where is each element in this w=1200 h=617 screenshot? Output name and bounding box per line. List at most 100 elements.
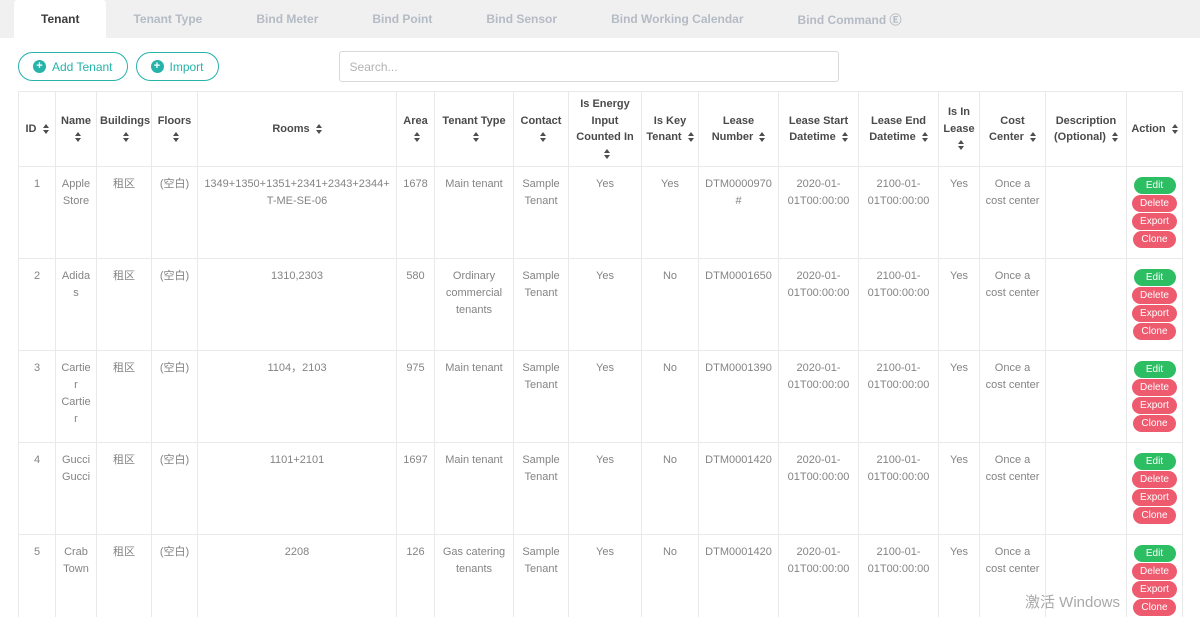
column-header-lease_number[interactable]: Lease Number — [699, 92, 779, 167]
column-header-lease_end_datetime[interactable]: Lease End Datetime — [859, 92, 939, 167]
sort-icon[interactable] — [1172, 124, 1178, 134]
tab-tenant[interactable]: Tenant — [14, 0, 106, 38]
sort-icon[interactable] — [414, 132, 420, 142]
edit-button[interactable]: Edit — [1134, 361, 1176, 378]
sort-icon[interactable] — [1030, 132, 1036, 142]
tab-bind-meter[interactable]: Bind Meter — [229, 0, 345, 38]
cell-tenant_type: Main tenant — [435, 351, 514, 443]
column-header-buildings[interactable]: Buildings — [97, 92, 152, 167]
edit-button[interactable]: Edit — [1134, 269, 1176, 286]
column-label: Lease End Datetime — [869, 115, 926, 144]
sort-icon[interactable] — [540, 132, 546, 142]
column-header-area[interactable]: Area — [397, 92, 435, 167]
cell-rooms: 1101+2101 — [198, 443, 397, 535]
sort-icon[interactable] — [473, 132, 479, 142]
cell-name: Gucci Gucci — [56, 443, 97, 535]
cell-floors: (空白) — [152, 351, 198, 443]
sort-icon[interactable] — [759, 132, 765, 142]
column-label: Area — [403, 115, 427, 127]
clone-button[interactable]: Clone — [1133, 231, 1175, 248]
column-header-action[interactable]: Action — [1127, 92, 1183, 167]
column-label: Cost Center — [989, 115, 1025, 144]
cell-is_key_tenant: No — [642, 351, 699, 443]
delete-button[interactable]: Delete — [1132, 287, 1177, 304]
cell-description — [1046, 351, 1127, 443]
delete-button[interactable]: Delete — [1132, 563, 1177, 580]
cell-cost_center: Once a cost center — [980, 259, 1046, 351]
tab-bind-command[interactable]: Bind Command Ⓔ — [771, 0, 929, 38]
delete-button[interactable]: Delete — [1132, 379, 1177, 396]
export-button[interactable]: Export — [1132, 213, 1177, 230]
cell-is_in_lease: Yes — [939, 167, 980, 259]
column-header-is_energy_input_counted_in[interactable]: Is Energy Input Counted In — [569, 92, 642, 167]
sort-icon[interactable] — [316, 124, 322, 134]
cell-name: Adidas — [56, 259, 97, 351]
edit-button[interactable]: Edit — [1134, 545, 1176, 562]
sort-icon[interactable] — [43, 124, 49, 134]
import-button[interactable]: + Import — [136, 52, 219, 81]
column-header-name[interactable]: Name — [56, 92, 97, 167]
table-row: 3Cartier Cartier租区(空白)1104，2103975Main t… — [19, 351, 1183, 443]
cell-is_key_tenant: Yes — [642, 167, 699, 259]
column-header-is_in_lease[interactable]: Is In Lease — [939, 92, 980, 167]
delete-button[interactable]: Delete — [1132, 471, 1177, 488]
sort-icon[interactable] — [604, 149, 610, 159]
sort-icon[interactable] — [922, 132, 928, 142]
table-row: 4Gucci Gucci租区(空白)1101+21011697Main tena… — [19, 443, 1183, 535]
cell-cost_center: Once a cost center — [980, 443, 1046, 535]
clone-button[interactable]: Clone — [1133, 323, 1175, 340]
cell-contact: Sample Tenant — [514, 351, 569, 443]
export-button[interactable]: Export — [1132, 305, 1177, 322]
cell-area: 580 — [397, 259, 435, 351]
cell-description — [1046, 167, 1127, 259]
column-header-rooms[interactable]: Rooms — [198, 92, 397, 167]
column-label: Buildings — [100, 115, 150, 127]
sort-icon[interactable] — [688, 132, 694, 142]
sort-icon[interactable] — [842, 132, 848, 142]
column-header-id[interactable]: ID — [19, 92, 56, 167]
cell-tenant_type: Main tenant — [435, 443, 514, 535]
tab-bind-sensor[interactable]: Bind Sensor — [459, 0, 584, 38]
column-label: Description (Optional) — [1054, 115, 1116, 144]
sort-icon[interactable] — [1112, 132, 1118, 142]
sort-icon[interactable] — [75, 132, 81, 142]
sort-icon[interactable] — [123, 132, 129, 142]
column-header-is_key_tenant[interactable]: Is Key Tenant — [642, 92, 699, 167]
cell-lease_start_datetime: 2020-01-01T00:00:00 — [779, 535, 859, 617]
column-label: Is In Lease — [943, 106, 974, 135]
cell-lease_start_datetime: 2020-01-01T00:00:00 — [779, 351, 859, 443]
cell-id: 1 — [19, 167, 56, 259]
plus-icon: + — [151, 60, 164, 73]
edit-button[interactable]: Edit — [1134, 177, 1176, 194]
column-header-cost_center[interactable]: Cost Center — [980, 92, 1046, 167]
export-button[interactable]: Export — [1132, 397, 1177, 414]
cell-rooms: 1310,2303 — [198, 259, 397, 351]
column-header-floors[interactable]: Floors — [152, 92, 198, 167]
cell-area: 1678 — [397, 167, 435, 259]
delete-button[interactable]: Delete — [1132, 195, 1177, 212]
cell-is_key_tenant: No — [642, 259, 699, 351]
clone-button[interactable]: Clone — [1133, 507, 1175, 524]
export-button[interactable]: Export — [1132, 489, 1177, 506]
sort-icon[interactable] — [173, 132, 179, 142]
cell-floors: (空白) — [152, 535, 198, 617]
column-header-contact[interactable]: Contact — [514, 92, 569, 167]
tab-tenant-type[interactable]: Tenant Type — [106, 0, 229, 38]
export-button[interactable]: Export — [1132, 581, 1177, 598]
cell-description — [1046, 535, 1127, 617]
clone-button[interactable]: Clone — [1133, 415, 1175, 432]
add-tenant-button[interactable]: + Add Tenant — [18, 52, 128, 81]
edit-button[interactable]: Edit — [1134, 453, 1176, 470]
search-input[interactable] — [339, 51, 839, 82]
cell-rooms: 1349+1350+1351+2341+2343+2344+T-ME-SE-06 — [198, 167, 397, 259]
tenant-table: ID Name Buildings Floors Rooms Area Tena… — [18, 91, 1183, 617]
sort-icon[interactable] — [958, 140, 964, 150]
tab-bind-point[interactable]: Bind Point — [345, 0, 459, 38]
tab-bind-working-calendar[interactable]: Bind Working Calendar — [584, 0, 770, 38]
cell-lease_number: DTM0000970# — [699, 167, 779, 259]
clone-button[interactable]: Clone — [1133, 599, 1175, 616]
column-header-lease_start_datetime[interactable]: Lease Start Datetime — [779, 92, 859, 167]
column-header-description[interactable]: Description (Optional) — [1046, 92, 1127, 167]
cell-contact: Sample Tenant — [514, 167, 569, 259]
column-header-tenant_type[interactable]: Tenant Type — [435, 92, 514, 167]
